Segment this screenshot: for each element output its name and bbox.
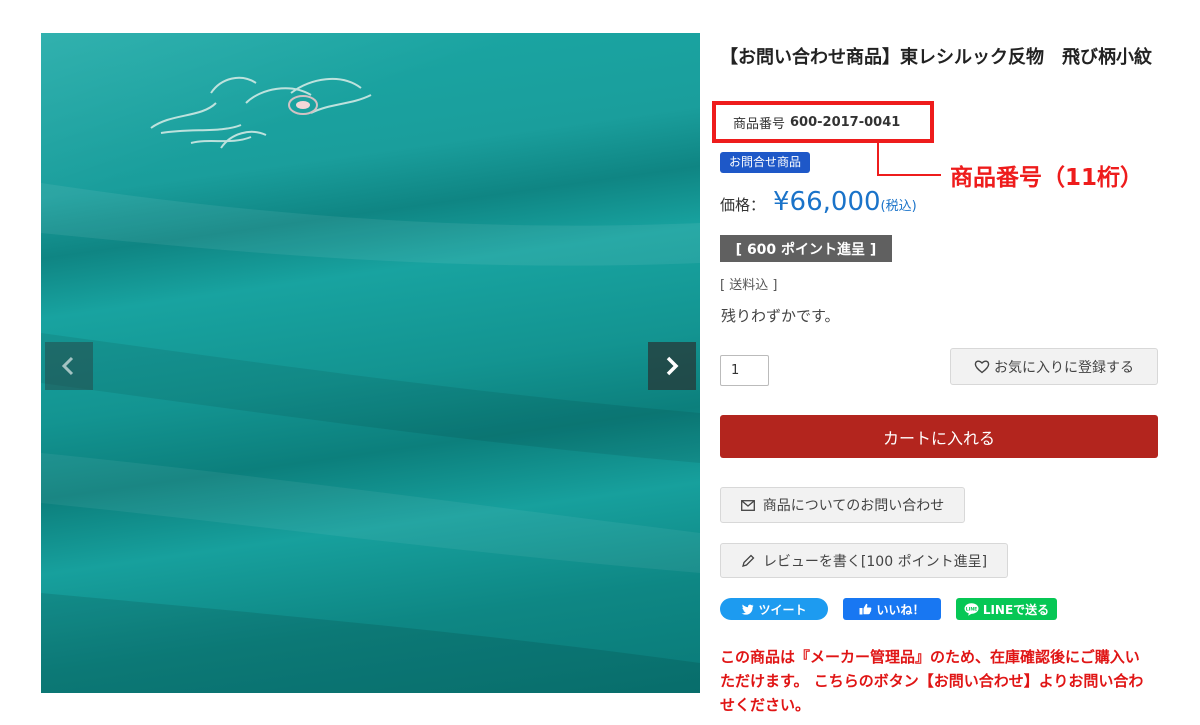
gallery-prev-button[interactable] (45, 342, 93, 390)
motif-flower (296, 101, 310, 109)
stock-status: 残りわずかです。 (721, 307, 840, 325)
shipping-note: [ 送料込 ] (720, 278, 778, 293)
price-tax-note: (税込) (880, 199, 917, 214)
product-code-label: 商品番号 (733, 116, 786, 132)
write-review-button[interactable]: レビューを書く[100 ポイント進呈] (720, 543, 1008, 578)
tweet-label: ツイート (758, 602, 807, 617)
gallery-next-button[interactable] (648, 342, 696, 390)
price-value: ¥66,000 (773, 187, 881, 217)
embroidered-motif (150, 76, 372, 149)
heart-icon (974, 360, 990, 374)
fabric-texture (41, 76, 700, 693)
product-inquiry-button[interactable]: 商品についてのお問い合わせ (720, 487, 965, 523)
svg-text:LINE: LINE (966, 606, 978, 612)
tweet-button[interactable]: ツイート (720, 598, 828, 620)
points-badge: [ 600 ポイント進呈 ] (720, 235, 892, 262)
price-row: 価格： ¥66,000 (税込) (720, 187, 917, 221)
add-to-favorites-button[interactable]: お気に入りに登録する (950, 348, 1158, 385)
product-image-gallery (41, 33, 700, 693)
write-review-label: レビューを書く[100 ポイント進呈] (762, 553, 988, 570)
quantity-input[interactable] (720, 355, 769, 386)
pencil-icon (741, 554, 755, 567)
line-share-button[interactable]: LINE LINEで送る (956, 598, 1057, 620)
inquiry-item-badge: お問合せ商品 (720, 152, 811, 173)
add-to-favorites-label: お気に入りに登録する (994, 359, 1134, 376)
annotation-label: 商品番号（11桁） (950, 165, 1144, 191)
twitter-bird-icon (741, 604, 754, 615)
price-label: 価格： (720, 196, 766, 214)
product-title: 【お問い合わせ商品】東レシルック反物 飛び柄小紋 (720, 47, 1152, 68)
product-code-highlight: 商品番号 600-2017-0041 (712, 101, 934, 143)
facebook-like-button[interactable]: いいね！ (843, 598, 941, 620)
maker-managed-notice: この商品は『メーカー管理品』のため、在庫確認後にご購入いただけます。 こちらのボ… (720, 648, 1144, 714)
chevron-right-icon (666, 356, 679, 376)
line-share-label: LINEで送る (982, 602, 1050, 617)
product-inquiry-label: 商品についてのお問い合わせ (762, 498, 945, 514)
facebook-like-label: いいね！ (876, 602, 925, 617)
line-chat-icon: LINE (964, 602, 979, 616)
add-to-cart-button[interactable]: カートに入れる (720, 415, 1158, 458)
annotation-leader-line (877, 143, 879, 176)
product-code-value: 600-2017-0041 (790, 114, 901, 130)
thumbs-up-icon (859, 603, 872, 615)
annotation-leader-line-horizontal (877, 174, 941, 176)
mail-icon (740, 499, 755, 511)
chevron-left-icon (61, 356, 74, 376)
